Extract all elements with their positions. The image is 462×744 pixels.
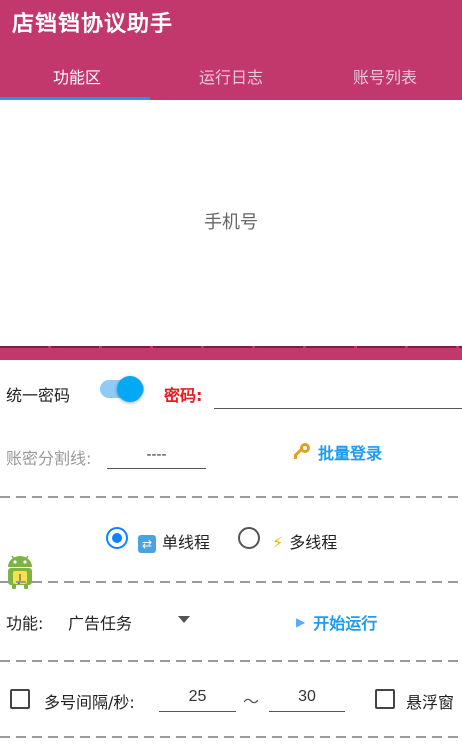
dashed-divider <box>0 496 462 498</box>
tab-account-list[interactable]: 账号列表 <box>308 52 462 100</box>
start-run-label: 开始运行 <box>313 614 378 633</box>
interval-min-input[interactable] <box>159 683 236 712</box>
single-thread-radio[interactable] <box>106 527 128 549</box>
multi-account-interval-checkbox[interactable] <box>10 689 30 709</box>
lightning-icon: ⚡ <box>272 533 284 552</box>
section-divider-line <box>0 346 462 348</box>
android-icon[interactable]: J <box>4 553 36 589</box>
separator-input[interactable] <box>107 440 206 469</box>
password-label: 密码: <box>164 386 203 405</box>
svg-text:J: J <box>17 572 21 585</box>
play-icon: ▶ <box>296 615 306 629</box>
function-select[interactable]: 广告任务 <box>68 606 198 634</box>
section-divider <box>0 346 462 360</box>
floating-window-label: 悬浮窗 <box>406 693 455 712</box>
interval-tilde: ～ <box>243 692 260 711</box>
dashed-divider <box>0 736 462 738</box>
dashed-divider <box>0 581 462 583</box>
multi-thread-label: 多线程 <box>289 533 338 552</box>
separator-label: 账密分割线: <box>6 449 92 468</box>
tab-run-log[interactable]: 运行日志 <box>154 52 308 100</box>
password-input[interactable] <box>214 378 462 409</box>
multi-thread-radio[interactable] <box>238 527 260 549</box>
phone-number-input[interactable]: 手机号 <box>0 100 462 346</box>
batch-login-label: 批量登录 <box>318 444 383 463</box>
batch-login-button[interactable]: 批量登录 <box>290 440 382 464</box>
refresh-icon: ⇄ <box>138 534 156 553</box>
function-label: 功能: <box>6 614 44 633</box>
interval-max-input[interactable] <box>269 683 345 712</box>
function-selected-value: 广告任务 <box>68 614 133 633</box>
unified-password-label: 统一密码 <box>6 386 71 405</box>
dashed-divider <box>0 660 462 662</box>
start-run-button[interactable]: ▶ 开始运行 <box>296 610 377 634</box>
single-thread-label: 单线程 <box>162 533 211 552</box>
interval-label: 多号间隔/秒: <box>44 693 135 712</box>
tab-bar: 功能区 运行日志 账号列表 <box>0 52 462 100</box>
single-thread-option[interactable]: ⇄ 单线程 <box>138 529 210 553</box>
app-title: 店铛铛协议助手 <box>12 12 174 37</box>
key-icon <box>293 443 310 459</box>
toggle-thumb[interactable] <box>117 376 143 402</box>
tab-functions[interactable]: 功能区 <box>0 52 154 100</box>
phone-number-hint: 手机号 <box>204 212 258 233</box>
dropdown-arrow-icon <box>178 616 190 623</box>
floating-window-checkbox[interactable] <box>375 689 395 709</box>
multi-thread-option[interactable]: ⚡ 多线程 <box>272 529 337 553</box>
